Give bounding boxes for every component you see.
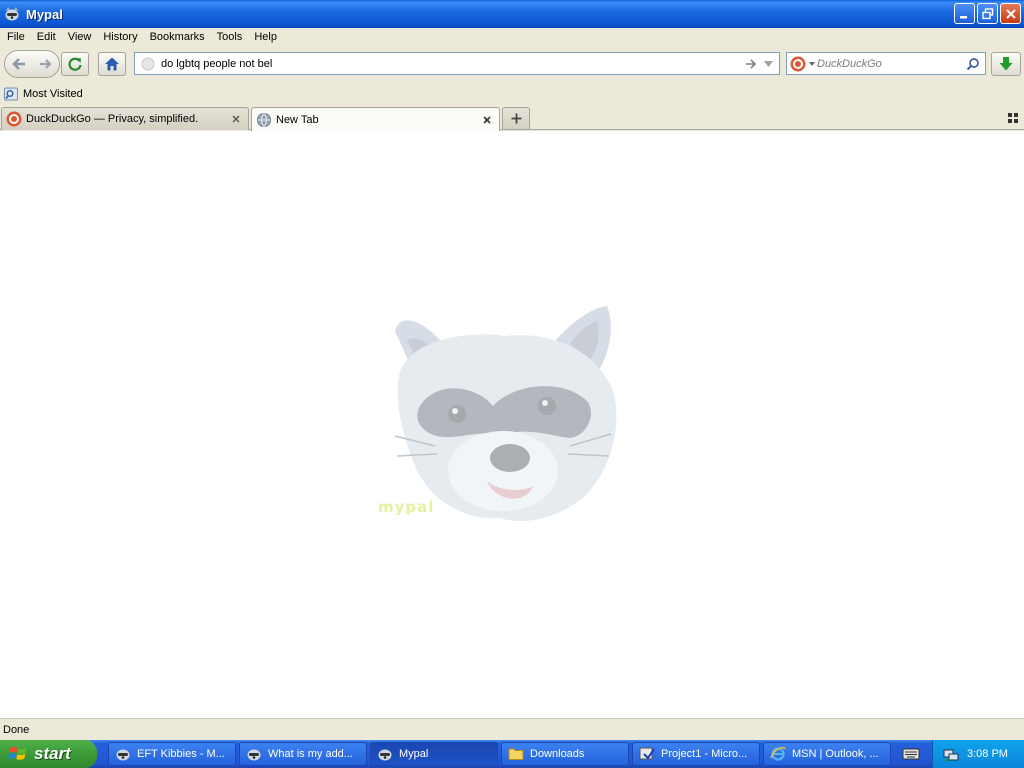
url-history-dropdown[interactable] [760,55,776,73]
duckduckgo-icon [790,56,806,71]
duckduckgo-icon [6,111,22,127]
grid-icon [1008,113,1018,123]
menu-edit[interactable]: Edit [31,31,62,43]
tab-label: New Tab [276,113,319,126]
status-bar: Done [0,718,1024,740]
bookmarks-toolbar: Most Visited [0,84,1024,104]
menu-bookmarks[interactable]: Bookmarks [144,31,211,43]
tab-duckduckgo[interactable]: DuckDuckGo — Privacy, simplified. [1,107,249,130]
taskbar-item-label: MSN | Outlook, ... [792,748,879,760]
list-all-tabs-button[interactable] [1006,111,1020,125]
close-icon [232,115,240,123]
search-bar[interactable] [786,52,986,75]
taskbar-item-label: Project1 - Micro... [661,748,748,760]
restore-icon [981,7,993,19]
home-button[interactable] [98,52,126,76]
download-arrow-icon [999,57,1013,71]
taskbar-item-label: EFT Kibbies - M... [137,748,225,760]
dropdown-arrow-icon [763,60,773,67]
status-text: Done [3,723,30,736]
home-icon [105,57,119,71]
windows-flag-icon [8,746,27,760]
menu-file[interactable]: File [0,31,31,43]
taskbar-item-msn-outlook[interactable]: MSN | Outlook, ... [763,742,891,766]
mypal-raccoon-logo [394,306,617,522]
page-identity-icon [141,57,155,70]
close-button[interactable] [1000,3,1021,24]
reload-icon [68,57,82,71]
taskbar-item-label: Downloads [530,748,585,760]
forward-button[interactable] [33,51,59,77]
search-button[interactable] [964,55,982,73]
mypal-logo-text: mypal [378,498,435,516]
dropdown-arrow-icon [809,61,815,66]
menu-bar: File Edit View History Bookmarks Tools H… [0,28,1024,46]
close-icon [1005,8,1016,19]
tab-close-button[interactable] [480,113,494,127]
menu-help[interactable]: Help [248,31,283,43]
magnifier-icon [966,57,979,70]
navigation-toolbar [0,47,1024,81]
minimize-icon [960,16,967,19]
back-forward-cluster [4,50,60,78]
system-tray: 3:08 PM [932,740,1024,768]
start-label: start [34,744,71,763]
tab-strip: DuckDuckGo — Privacy, simplified. New Ta… [0,105,1024,131]
clock[interactable]: 3:08 PM [967,748,1008,760]
menu-view[interactable]: View [62,31,98,43]
mypal-icon [116,749,130,761]
taskbar-item-downloads[interactable]: Downloads [501,742,629,766]
search-input[interactable] [817,57,962,70]
ie-icon [770,747,786,761]
taskbar-item-label: What is my add... [268,748,353,760]
restore-button[interactable] [977,3,998,24]
bookmark-label: Most Visited [23,88,83,100]
url-input[interactable] [161,54,742,73]
mypal-app-icon [5,7,19,21]
tab-label: DuckDuckGo — Privacy, simplified. [26,113,199,125]
start-button[interactable]: start [0,740,97,768]
keyboard-language-icon[interactable] [902,746,920,762]
go-arrow-icon [746,58,757,69]
window-title: Mypal [26,6,63,22]
tab-new-tab[interactable]: New Tab [251,107,500,131]
folder-icon [508,748,524,760]
downloads-button[interactable] [991,52,1021,76]
new-tab-button[interactable] [502,107,530,129]
network-icon[interactable] [943,746,959,762]
go-button[interactable] [742,55,760,73]
taskbar-item-label: Mypal [399,748,429,760]
minimize-button[interactable] [954,3,975,24]
taskbar-item-eft-kibbies[interactable]: EFT Kibbies - M... [108,742,236,766]
taskbar-item-mypal[interactable]: Mypal [370,742,498,766]
back-arrow-icon [12,58,25,70]
taskbar-item-what-is-my-add[interactable]: What is my add... [239,742,367,766]
menu-tools[interactable]: Tools [211,31,249,43]
mypal-icon [247,749,261,761]
close-icon [483,115,491,124]
vb-project-icon [639,747,655,760]
window-titlebar[interactable]: Mypal [0,0,1024,28]
mypal-icon [378,749,392,761]
address-bar[interactable] [134,52,780,75]
back-button[interactable] [5,51,33,77]
taskbar-item-project1[interactable]: Project1 - Micro... [632,742,760,766]
plus-icon [511,113,521,124]
search-engine-selector[interactable] [787,54,817,74]
windows-taskbar: start EFT Kibbies - M... What is my add.… [0,740,1024,768]
bookmark-folder-icon [4,87,18,101]
reload-button[interactable] [61,52,89,76]
globe-icon [257,112,271,127]
tab-close-button[interactable] [229,112,243,126]
menu-history[interactable]: History [97,31,143,43]
page-content: mypal [0,131,1024,718]
bookmark-most-visited[interactable]: Most Visited [3,86,83,102]
forward-arrow-icon [40,59,52,69]
